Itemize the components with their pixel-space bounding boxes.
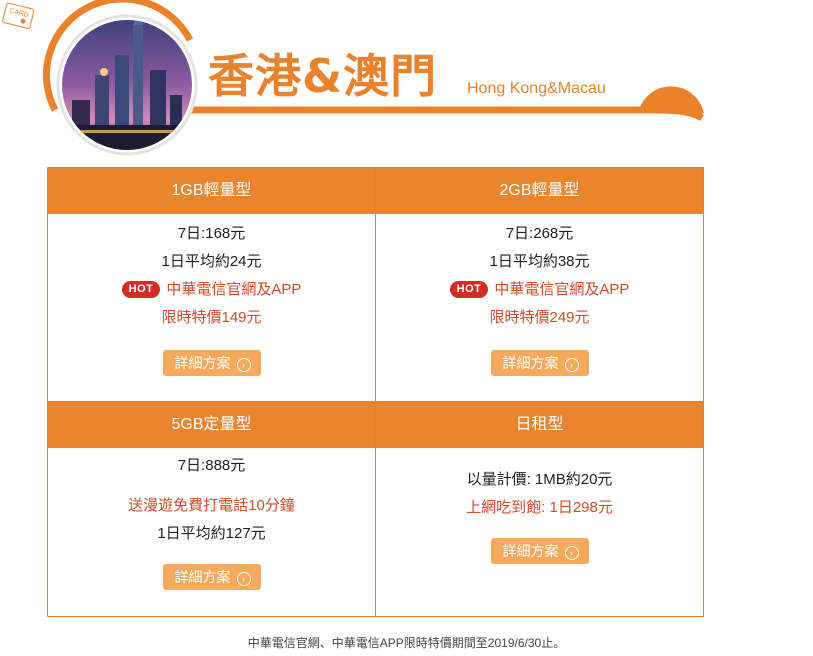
button-label: 詳細方案 xyxy=(174,569,231,585)
plan-details-button[interactable]: 詳細方案 › xyxy=(490,538,589,564)
promo-price: 限時特價149元 xyxy=(161,309,262,326)
plan-card-2gb: 2GB輕量型 7日:268元 1日平均約38元 HOT 中華電信官網及APP 限時… xyxy=(376,168,703,402)
page-title: 香港&澳門 xyxy=(208,49,438,103)
plan-daily-average: 1日平均約38元 xyxy=(489,253,590,270)
plan-price: 7日:268元 xyxy=(505,225,574,242)
plan-card-1gb: 1GB輕量型 7日:168元 1日平均約24元 HOT 中華電信官網及APP 限時… xyxy=(48,168,376,402)
plan-price: 7日:888元 xyxy=(177,457,246,474)
plan-price: 7日:168元 xyxy=(177,225,246,242)
plan-details-button[interactable]: 詳細方案 › xyxy=(162,350,261,376)
hot-badge: HOT xyxy=(449,281,489,298)
chevron-right-icon: › xyxy=(236,572,251,586)
plan-bonus: 送漫遊免費打電話10分鐘 xyxy=(128,497,295,514)
plan-details-button[interactable]: 詳細方案 › xyxy=(162,564,261,590)
promo-channel: 中華電信官網及APP xyxy=(494,281,630,298)
plan-daily-average: 1日平均約24元 xyxy=(161,253,262,270)
plan-name: 1GB輕量型 xyxy=(48,168,375,214)
plan-card-daily: 日租型 以量計價: 1MB約20元 上網吃到飽: 1日298元 詳細方案 › xyxy=(376,402,703,616)
unlimited-rate: 上網吃到飽: 1日298元 xyxy=(466,499,613,516)
chevron-right-icon: › xyxy=(236,358,251,372)
button-label: 詳細方案 xyxy=(502,543,559,559)
hot-promo-row: HOT 中華電信官網及APP xyxy=(48,276,375,304)
metered-rate: 以量計價: 1MB約20元 xyxy=(466,471,613,488)
plans-grid: 1GB輕量型 7日:168元 1日平均約24元 HOT 中華電信官網及APP 限時… xyxy=(47,167,704,617)
header-banner: 香港&澳門 Hong Kong&Macau CARD xyxy=(0,0,813,165)
chevron-right-icon: › xyxy=(564,358,579,372)
button-label: 詳細方案 xyxy=(174,355,231,371)
sim-card-icon: CARD xyxy=(2,2,35,29)
chevron-right-icon: › xyxy=(564,546,579,560)
page-subtitle: Hong Kong&Macau xyxy=(467,80,606,97)
promo-channel: 中華電信官網及APP xyxy=(166,281,302,298)
hot-promo-row: HOT 中華電信官網及APP xyxy=(376,276,703,304)
plan-card-5gb: 5GB定量型 7日:888元 送漫遊免費打電話10分鐘 1日平均約127元 詳細… xyxy=(48,402,376,616)
hot-badge: HOT xyxy=(121,281,161,298)
promo-price: 限時特價249元 xyxy=(489,309,590,326)
plan-name: 5GB定量型 xyxy=(48,402,375,448)
plan-name: 2GB輕量型 xyxy=(376,168,703,214)
button-label: 詳細方案 xyxy=(502,355,559,371)
plan-details-button[interactable]: 詳細方案 › xyxy=(490,350,589,376)
plan-daily-average: 1日平均約127元 xyxy=(157,525,266,542)
plan-name: 日租型 xyxy=(376,402,703,448)
footer-note: 中華電信官網、中華電信APP限時特價期間至2019/6/30止。 xyxy=(247,636,566,650)
